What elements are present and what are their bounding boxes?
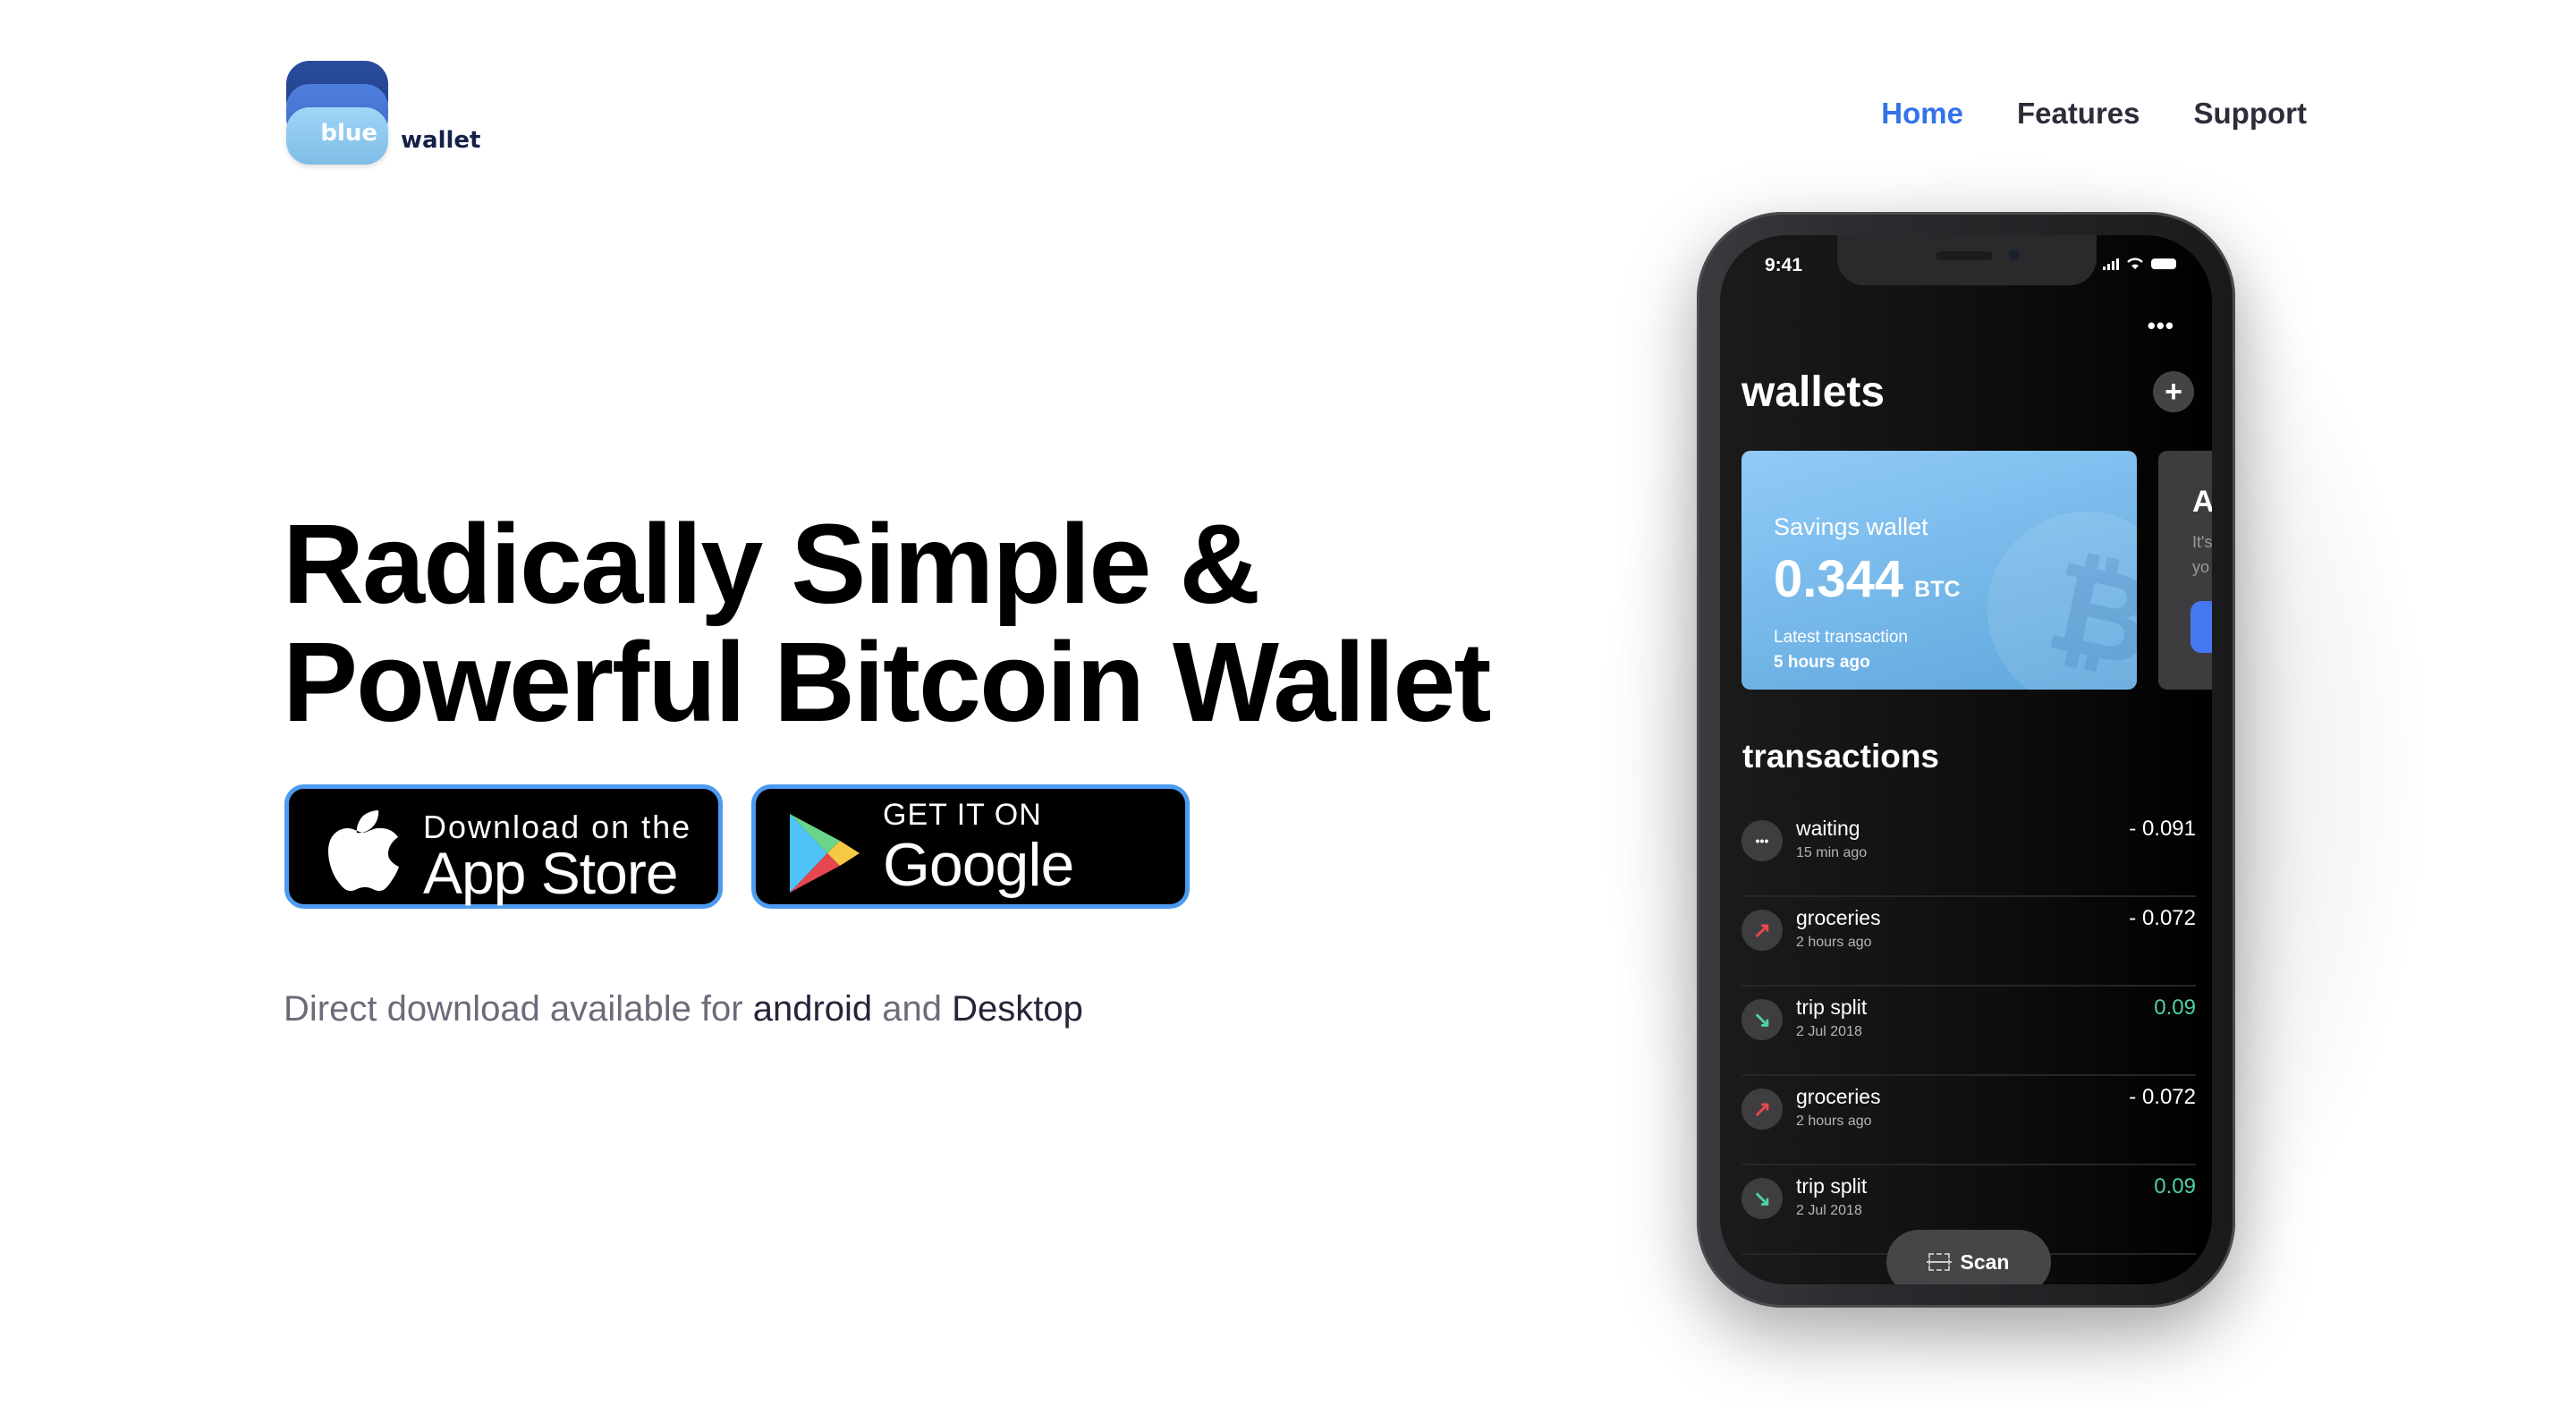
transaction-row[interactable]: ••• waiting 15 min ago - 0.091 (1741, 808, 2196, 897)
incoming-arrow-icon: ↘ (1741, 999, 1783, 1040)
google-play-button[interactable]: GET IT ON Google Play (751, 784, 1190, 969)
transaction-name: groceries (1796, 906, 1881, 929)
wallet-card[interactable]: ₿ Savings wallet 0.344 BTC Latest transac… (1741, 451, 2137, 690)
add-card-button[interactable] (2190, 601, 2212, 653)
app-store-big-text: App Store (423, 840, 679, 906)
headline-line-1: Radically Simple & (283, 501, 1260, 627)
scan-button[interactable]: Scan (1886, 1230, 2051, 1284)
apple-icon (328, 810, 399, 891)
outgoing-arrow-icon: ↗ (1741, 910, 1783, 951)
wallet-name: Savings wallet (1774, 513, 1928, 540)
status-time: 9:41 (1765, 255, 1803, 275)
scan-icon (1926, 1253, 1952, 1271)
transaction-amount: 0.09 (2154, 1174, 2196, 1198)
transactions-list: ••• waiting 15 min ago - 0.091 ↗ groceries 2 h… (1741, 808, 2196, 1255)
transaction-row[interactable]: ↗ groceries 2 hours ago - 0.072 (1741, 897, 2196, 987)
add-card-text: It's yo (2192, 533, 2212, 576)
phone-screen: 9:41 ••• wallets + ₿ Savings wallet 0.34… (1720, 235, 2212, 1284)
more-dots-icon[interactable]: ••• (2148, 314, 2174, 337)
nav-support[interactable]: Support (2194, 97, 2307, 131)
outgoing-arrow-icon: ↗ (1741, 1088, 1783, 1130)
transaction-name: waiting (1796, 817, 1860, 840)
battery-icon (2151, 258, 2176, 269)
logo[interactable]: blue wallet (286, 61, 480, 165)
transaction-row[interactable]: ↘ trip split 2 Jul 2018 0.09 (1741, 987, 2196, 1076)
wallets-title: wallets (1741, 368, 1885, 416)
store-badges: Download on the App Store GET IT ON Goog… (284, 784, 1190, 969)
plus-icon: + (2165, 374, 2182, 409)
latest-transaction-value: 5 hours ago (1774, 653, 1870, 672)
google-play-icon (790, 814, 860, 893)
phone-notch (1837, 235, 2097, 285)
latest-transaction-label: Latest transaction (1774, 628, 1908, 647)
transaction-row[interactable]: ↗ groceries 2 hours ago - 0.072 (1741, 1076, 2196, 1165)
pending-dots-icon: ••• (1741, 820, 1783, 861)
transaction-time: 2 hours ago (1796, 935, 1872, 950)
status-icons (2103, 257, 2176, 270)
google-play-big-text: Google Play (883, 831, 1074, 969)
logo-icon-text: blue (320, 120, 377, 147)
wallet-balance: 0.344 BTC (1774, 550, 1961, 608)
transaction-amount: - 0.072 (2129, 1085, 2196, 1109)
app-store-button[interactable]: Download on the App Store (284, 784, 723, 909)
add-wallet-button[interactable]: + (2153, 371, 2194, 412)
logo-wordmark: wallet (401, 127, 481, 154)
add-wallet-card[interactable]: A It's yo (2158, 451, 2212, 690)
phone-mockup: 9:41 ••• wallets + ₿ Savings wallet 0.34… (1697, 212, 2235, 1308)
android-download-link[interactable]: android (753, 989, 872, 1029)
signal-icon (2103, 258, 2119, 270)
nav-features[interactable]: Features (2017, 97, 2140, 131)
wifi-icon (2127, 258, 2143, 269)
add-card-title: A (2192, 485, 2212, 519)
scan-label: Scan (1960, 1249, 2010, 1274)
transaction-amount: - 0.072 (2129, 906, 2196, 930)
google-play-small-text: GET IT ON (883, 798, 1042, 832)
subtext-prefix: Direct download available for (284, 989, 753, 1029)
transaction-time: 15 min ago (1796, 845, 1868, 860)
incoming-arrow-icon: ↘ (1741, 1178, 1783, 1219)
hero-headline: Radically Simple & Powerful Bitcoin Wall… (283, 505, 1491, 741)
main-nav: Home Features Support (1881, 97, 2307, 131)
nav-home[interactable]: Home (1881, 97, 1963, 131)
transaction-time: 2 Jul 2018 (1796, 1024, 1862, 1039)
headline-line-2: Powerful Bitcoin Wallet (283, 619, 1491, 745)
transaction-name: trip split (1796, 1174, 1868, 1198)
transactions-title: transactions (1742, 738, 1940, 775)
logo-icon: blue (286, 61, 388, 165)
transaction-name: trip split (1796, 995, 1868, 1019)
transaction-amount: 0.09 (2154, 995, 2196, 1020)
transaction-amount: - 0.091 (2129, 817, 2196, 841)
direct-download-text: Direct download available for android an… (284, 989, 1083, 1029)
bitcoin-watermark-icon: ₿ (1987, 512, 2137, 690)
desktop-download-link[interactable]: Desktop (952, 989, 1083, 1029)
transaction-name: groceries (1796, 1085, 1881, 1108)
transaction-time: 2 hours ago (1796, 1114, 1872, 1129)
transaction-time: 2 Jul 2018 (1796, 1203, 1862, 1218)
subtext-middle: and (872, 989, 953, 1029)
